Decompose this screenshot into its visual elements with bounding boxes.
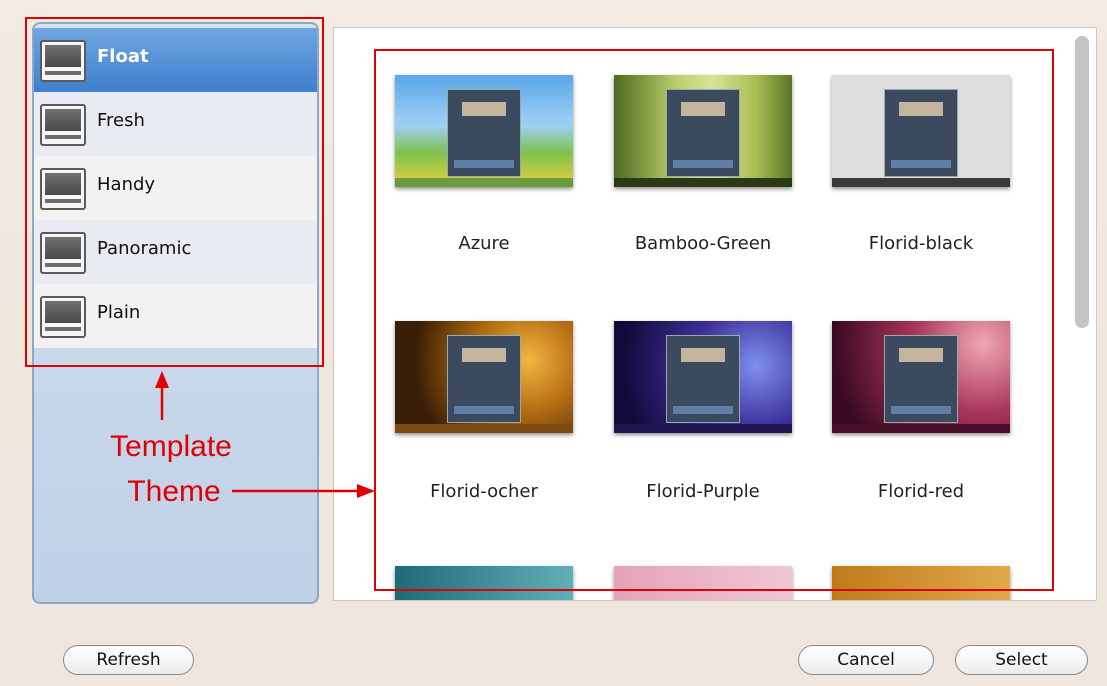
select-button[interactable]: Select (955, 645, 1088, 675)
annotation-label-theme: Theme (127, 475, 221, 508)
annotation-label-template: Template (110, 430, 232, 463)
cancel-button[interactable]: Cancel (798, 645, 934, 675)
arrow-up-head (155, 371, 169, 388)
arrow-right-head (357, 484, 375, 498)
annotation-arrows (155, 371, 375, 498)
refresh-button[interactable]: Refresh (63, 645, 194, 675)
